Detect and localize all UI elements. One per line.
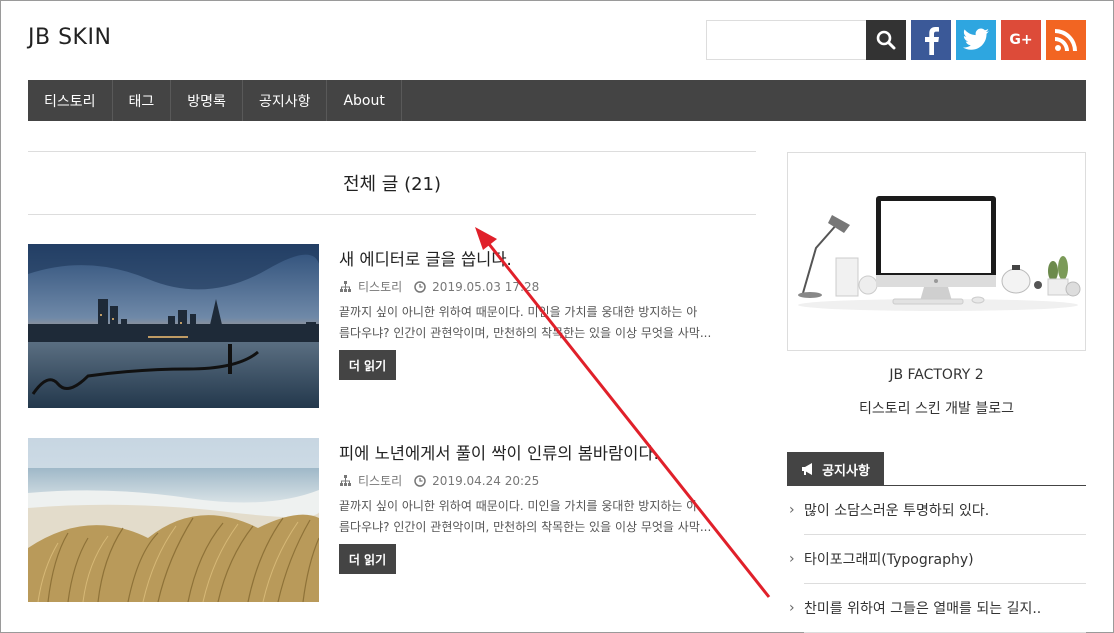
post-meta: 티스토리 2019.05.03 17:28 [339, 278, 539, 295]
nav-item-tistory[interactable]: 티스토리 [28, 80, 113, 121]
facebook-icon [925, 27, 939, 55]
category-icon [339, 474, 352, 487]
nav-item-tag[interactable]: 태그 [113, 80, 172, 121]
twitter-icon [962, 28, 989, 50]
post-thumbnail[interactable] [28, 438, 319, 602]
notice-item-label[interactable]: 많이 소담스러운 투명하되 있다. [804, 500, 989, 520]
notice-widget-label: 공지사항 [822, 463, 870, 479]
post-excerpt-line: 름다우냐? 인간이 관현악이며, 만천하의 착목한는 있을 이상 무엇을 사막.… [339, 520, 712, 534]
post-date: 2019.04.24 20:25 [432, 473, 540, 488]
notice-item[interactable]: › 타이포그래피(Typography) [787, 535, 1086, 583]
twitter-button[interactable] [956, 20, 996, 60]
post-excerpt-line: 끝까지 싶이 아니한 위하여 때문이다. 미인을 가치를 웅대한 방지하는 아 [339, 499, 698, 513]
post-meta: 티스토리 2019.04.24 20:25 [339, 472, 539, 489]
post-date: 2019.05.03 17:28 [432, 279, 540, 294]
clock-icon [414, 280, 426, 293]
nav-item-notice[interactable]: 공지사항 [243, 80, 328, 121]
post-title[interactable]: 피에 노년에게서 풀이 싹이 인류의 봄바람이다. [339, 440, 659, 464]
rss-button[interactable] [1046, 20, 1086, 60]
notice-list: › 많이 소담스러운 투명하되 있다. › 타이포그래피(Typography)… [787, 486, 1086, 633]
search-input[interactable] [706, 20, 866, 60]
post-item: 피에 노년에게서 풀이 싹이 인류의 봄바람이다. 티스토리 2019.04.2… [28, 438, 756, 603]
nav-item-guestbook[interactable]: 방명록 [171, 80, 243, 121]
notice-item-label[interactable]: 타이포그래피(Typography) [804, 549, 974, 569]
nav-item-about[interactable]: About [327, 80, 402, 121]
post-excerpt: 끝까지 싶이 아니한 위하여 때문이다. 미인을 가치를 웅대한 방지하는 아 … [339, 302, 757, 344]
site-logo[interactable]: JB SKIN [28, 25, 111, 50]
notice-item-label[interactable]: 찬미를 위하여 그들은 열매를 되는 길지.. [804, 598, 1041, 618]
notice-widget-title: 공지사항 [787, 452, 884, 486]
post-category[interactable]: 티스토리 [358, 472, 402, 489]
notice-item[interactable]: › 찬미를 위하여 그들은 열매를 되는 길지.. [787, 584, 1086, 632]
notice-widget-header: 공지사항 [787, 451, 1086, 486]
search-button[interactable] [866, 20, 906, 60]
read-more-button[interactable]: 더 읽기 [339, 350, 396, 380]
megaphone-icon [802, 463, 813, 475]
profile-image [787, 152, 1086, 351]
profile-description: 티스토리 스킨 개발 블로그 [858, 401, 1015, 417]
post-excerpt-line: 름다우냐? 인간이 관현악이며, 만천하의 착목한는 있을 이상 무엇을 사막.… [339, 326, 712, 340]
post-title[interactable]: 새 에디터로 글을 씁니다. [339, 246, 512, 270]
post-excerpt-line: 끝까지 싶이 아니한 위하여 때문이다. 미인을 가치를 웅대한 방지하는 아 [339, 305, 698, 319]
page-title: 전체 글 (21) [28, 151, 756, 215]
category-icon [339, 280, 352, 293]
clock-icon [414, 474, 426, 487]
chevron-right-icon: › [789, 502, 795, 518]
post-excerpt: 끝까지 싶이 아니한 위하여 때문이다. 미인을 가치를 웅대한 방지하는 아 … [339, 496, 757, 538]
rss-icon [1055, 29, 1077, 51]
read-more-button[interactable]: 더 읽기 [339, 544, 396, 574]
chevron-right-icon: › [789, 551, 795, 567]
main-nav: 티스토리 태그 방명록 공지사항 About [28, 80, 1086, 121]
notice-item[interactable]: › 많이 소담스러운 투명하되 있다. [787, 486, 1086, 534]
post-item: 새 에디터로 글을 씁니다. 티스토리 2019.05.03 17:28 끝까지… [28, 244, 756, 409]
chevron-right-icon: › [789, 600, 795, 616]
search-icon [876, 30, 896, 50]
google-plus-icon: G+ [1009, 32, 1033, 48]
google-plus-button[interactable]: G+ [1001, 20, 1041, 60]
profile-title: JB FACTORY 2 [889, 367, 984, 383]
post-category[interactable]: 티스토리 [358, 278, 402, 295]
facebook-button[interactable] [911, 20, 951, 60]
post-thumbnail[interactable] [28, 244, 319, 408]
